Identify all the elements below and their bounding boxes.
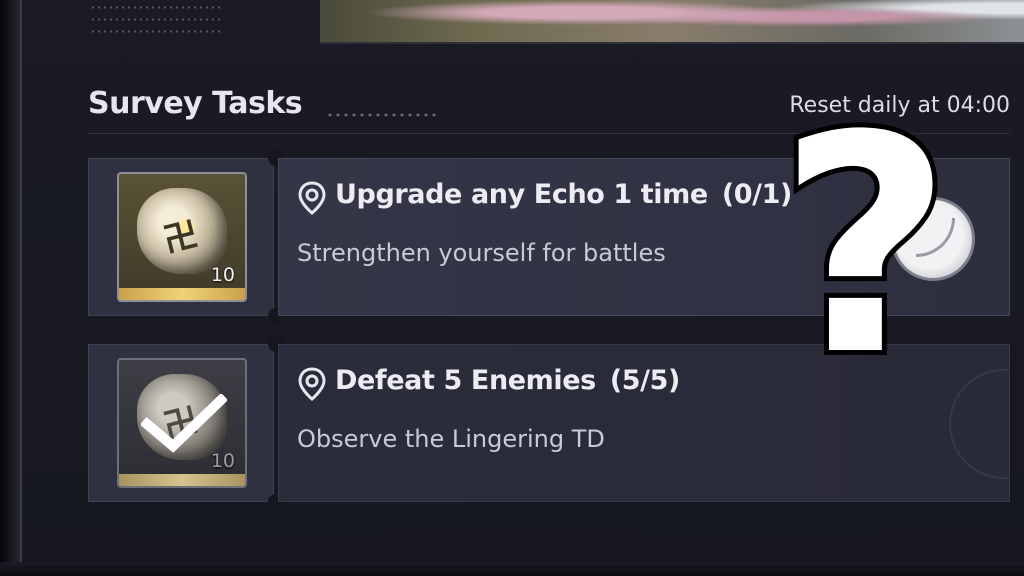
task-description: Observe the Lingering TD [297, 425, 605, 453]
reward-count: 10 [210, 264, 235, 286]
task-title: Upgrade any Echo 1 time (0/1) [335, 179, 792, 210]
task-description: Strengthen yourself for battles [297, 239, 666, 267]
region-banner-image [320, 0, 1024, 44]
task-title-text: Defeat 5 Enemies [335, 365, 596, 396]
task-progress: (5/5) [609, 365, 681, 396]
question-mark-icon: ? [773, 112, 957, 382]
task-title: Defeat 5 Enemies (5/5) [335, 365, 680, 396]
location-pin-icon [298, 367, 326, 401]
completed-indicator [949, 369, 1009, 479]
reward-slot: 卍 10 [88, 344, 274, 502]
reward-slot: 卍 10 [88, 158, 274, 316]
rarity-bar [119, 288, 245, 300]
reward-count: 10 [210, 450, 235, 472]
rarity-bar [119, 474, 245, 486]
decorative-dots [90, 18, 220, 21]
survey-tasks-panel: Survey Tasks Reset daily at 04:00 卍 10 U… [0, 0, 1024, 576]
bottom-bezel [0, 562, 1024, 576]
title-decoration [326, 112, 436, 118]
decorative-dots [90, 6, 220, 9]
left-bezel [0, 0, 22, 576]
reward-item[interactable]: 卍 10 [117, 358, 247, 488]
checkmark-icon [141, 394, 227, 453]
page-title: Survey Tasks [88, 86, 303, 121]
location-pin-icon [298, 181, 326, 215]
reward-item[interactable]: 卍 10 [117, 172, 247, 302]
top-strip [80, 0, 1024, 44]
task-title-text: Upgrade any Echo 1 time [335, 179, 708, 210]
question-mark-glyph: ? [778, 112, 952, 382]
decorative-dots [90, 30, 220, 33]
echo-stone-icon: 卍 [137, 188, 227, 274]
